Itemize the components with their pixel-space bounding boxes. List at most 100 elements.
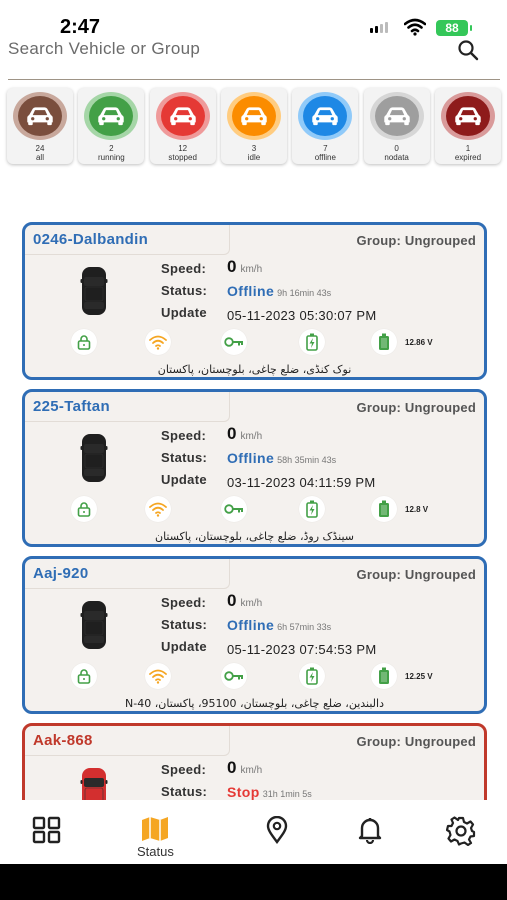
lock-icon	[71, 496, 97, 522]
car-icon	[369, 92, 424, 140]
lock-icon	[71, 329, 97, 355]
status-filter-bar: 24 all 2 running 12 stopped 3 idle 7 off…	[7, 88, 501, 166]
filter-chip-nodata[interactable]: 0 nodata	[363, 88, 430, 164]
status-row: Status:	[161, 784, 207, 799]
filter-label: all	[35, 153, 44, 162]
bottom-navigation: Status	[0, 800, 507, 864]
vehicle-address: دالبندین، ضلع چاغی، بلوچستان، 95100، پاک…	[125, 697, 384, 710]
search-icon[interactable]	[456, 38, 480, 62]
status-row: Status:	[161, 617, 207, 632]
filter-label: offline	[314, 153, 336, 162]
speed-number: 0	[227, 591, 237, 610]
filter-count: 3	[251, 144, 257, 153]
speed-label: Speed:	[161, 428, 207, 443]
status-label: Status:	[161, 450, 208, 465]
filter-label: running	[97, 153, 125, 162]
bell-icon	[358, 818, 382, 844]
speed-label: Speed:	[161, 762, 207, 777]
car-icon	[84, 92, 139, 140]
filter-chip-all[interactable]: 24 all	[7, 88, 73, 164]
dashboard-grid-icon	[32, 816, 61, 844]
nav-settings[interactable]	[446, 816, 476, 846]
vehicle-address: سینڈک روڈ، ضلع چاغی، بلوچستان، پاکستان	[155, 530, 354, 543]
filter-label: idle	[247, 153, 261, 162]
speed-row: Speed:	[161, 428, 206, 443]
vehicle-group: Group: Ungrouped	[356, 233, 476, 248]
car-icon	[440, 92, 495, 140]
status-text: Offline	[227, 283, 275, 299]
status-label: Status:	[161, 784, 208, 799]
filter-chip-stopped[interactable]: 12 stopped	[149, 88, 216, 164]
nav-status[interactable]: Status	[137, 816, 174, 859]
status-value: Offline 9h 16min 43s	[227, 283, 331, 301]
vehicle-name: 0246-Dalbandin	[33, 231, 149, 248]
filter-chip-running[interactable]: 2 running	[78, 88, 145, 164]
vehicle-status-icons: 12.25 V	[71, 663, 471, 691]
filter-count: 12	[178, 144, 188, 153]
speed-unit: km/h	[240, 431, 263, 442]
vehicle-card[interactable]: 225-Taftan Group: Ungrouped Speed: 0 km/h…	[22, 389, 487, 547]
gps-signal-icon	[145, 663, 171, 689]
charging-icon	[299, 663, 325, 689]
car-icon	[155, 92, 210, 140]
car-icon	[13, 92, 67, 140]
status-row: Status:	[161, 450, 207, 465]
gps-signal-icon	[145, 329, 171, 355]
status-duration: 6h 57min 33s	[277, 622, 332, 632]
speed-label: Speed:	[161, 595, 207, 610]
status-value: Offline 6h 57min 33s	[227, 617, 331, 635]
filter-chip-idle[interactable]: 3 idle	[220, 88, 287, 164]
battery-voltage: 12.25 V	[405, 672, 433, 681]
speed-value: 0 km/h	[227, 591, 262, 611]
update-row: Update	[161, 472, 207, 487]
update-value: 05-11-2023 07:54:53 PM	[227, 642, 377, 657]
filter-count: 7	[323, 144, 328, 153]
update-value: 05-11-2023 05:30:07 PM	[227, 308, 377, 323]
vehicle-card[interactable]: 0246-Dalbandin Group: Ungrouped Speed: 0…	[22, 222, 487, 380]
vehicle-car-icon	[80, 432, 108, 484]
battery-voltage: 12.8 V	[405, 505, 429, 514]
battery-voltage: 12.86 V	[405, 338, 433, 347]
vehicle-car-icon	[80, 265, 108, 317]
gps-signal-icon	[145, 496, 171, 522]
speed-row: Speed:	[161, 595, 206, 610]
speed-value: 0 km/h	[227, 758, 262, 778]
lock-icon	[71, 663, 97, 689]
nav-status-label: Status	[137, 844, 174, 859]
speed-row: Speed:	[161, 762, 206, 777]
speed-label: Speed:	[161, 261, 207, 276]
home-indicator-area	[0, 864, 507, 900]
nav-map[interactable]	[265, 816, 289, 844]
car-icon	[298, 92, 353, 140]
vehicle-status-icons: 12.86 V	[71, 329, 471, 357]
search-input[interactable]	[8, 38, 438, 60]
ignition-key-icon	[221, 329, 247, 355]
vehicle-status-icons: 12.8 V	[71, 496, 471, 524]
ignition-key-icon	[221, 663, 247, 689]
nav-notifications[interactable]	[357, 816, 383, 844]
vehicle-name: 225-Taftan	[33, 398, 110, 415]
filter-count: 2	[109, 144, 114, 153]
vehicle-address: نوک کنڈی، ضلع چاغی، بلوچستان، پاکستان	[157, 363, 352, 376]
search-bar	[8, 38, 500, 80]
charging-icon	[299, 496, 325, 522]
filter-chip-expired[interactable]: 1 expired	[434, 88, 501, 164]
battery-level-icon	[371, 329, 397, 355]
speed-value: 0 km/h	[227, 424, 262, 444]
status-bar: 2:47 88	[0, 0, 507, 40]
status-duration: 58h 35min 43s	[277, 455, 337, 465]
update-label: Update	[161, 472, 207, 487]
nav-dashboard[interactable]	[32, 816, 62, 844]
filter-label: nodata	[384, 153, 409, 162]
speed-unit: km/h	[240, 264, 263, 275]
filter-count: 0	[394, 144, 399, 153]
vehicle-card[interactable]: Aaj-920 Group: Ungrouped Speed: 0 km/h St…	[22, 556, 487, 714]
battery-level-icon	[371, 496, 397, 522]
status-label: Status:	[161, 617, 208, 632]
speed-value: 0 km/h	[227, 257, 262, 277]
speed-number: 0	[227, 758, 237, 777]
filter-chip-offline[interactable]: 7 offline	[292, 88, 359, 164]
speed-number: 0	[227, 257, 237, 276]
status-duration: 31h 1min 5s	[262, 789, 312, 799]
update-row: Update	[161, 305, 207, 320]
